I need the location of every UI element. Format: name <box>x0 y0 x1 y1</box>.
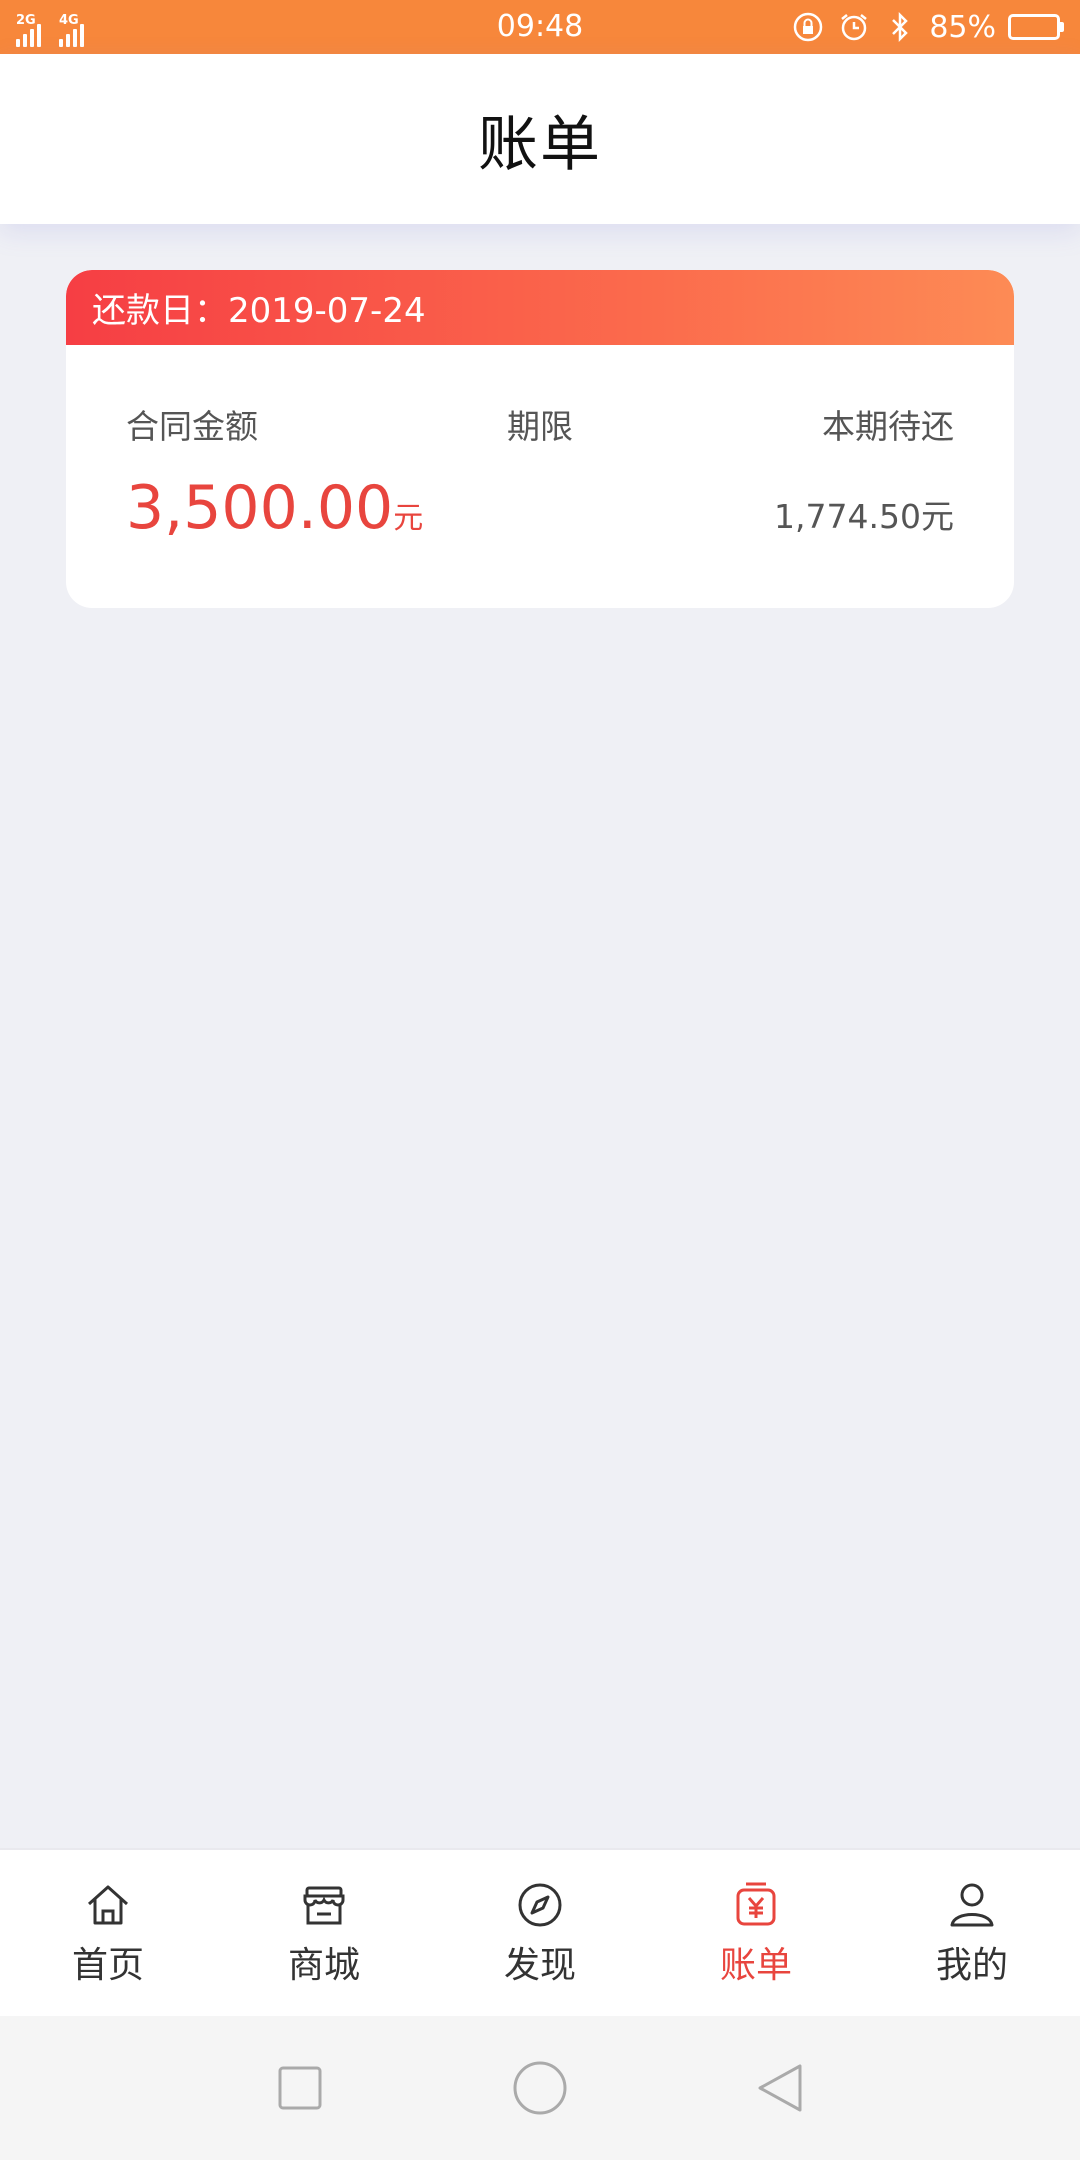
user-icon <box>950 1883 994 1927</box>
bill-column-headers: 合同金额 期限 本期待还 <box>66 400 1014 448</box>
contract-amount-value: 3,500.00 <box>126 473 394 543</box>
system-nav-bar <box>0 2016 1080 2160</box>
bill-card[interactable]: 还款日：2019-07-24 合同金额 期限 本期待还 3,500.00元 1,… <box>66 270 1014 608</box>
bluetooth-icon <box>883 10 917 44</box>
term-label: 期限 <box>507 407 573 446</box>
bottom-tab-bar: 首页 商城 发现 账单 我的 <box>0 1848 1080 2016</box>
home-button[interactable] <box>510 2058 570 2118</box>
tab-discover[interactable]: 发现 <box>432 1878 648 1988</box>
tab-store[interactable]: 商城 <box>216 1878 432 1988</box>
bill-icon <box>736 1882 776 1926</box>
tab-store-label: 商城 <box>287 1945 360 1986</box>
signal-4g-icon: 4G <box>59 13 84 47</box>
rotation-lock-icon <box>791 10 825 44</box>
battery-icon <box>1008 14 1064 40</box>
page-header: 账单 <box>0 54 1080 224</box>
alarm-icon <box>837 10 871 44</box>
signal-group: 2G 4G <box>16 7 84 47</box>
square-icon <box>278 2066 322 2110</box>
page-title: 账单 <box>478 109 602 180</box>
status-icons: 85% <box>791 10 1064 45</box>
signal-2g-icon: 2G <box>16 13 41 47</box>
store-icon <box>303 1886 345 1925</box>
contract-amount-label: 合同金额 <box>126 407 258 446</box>
signal-2g-label: 2G <box>16 13 36 28</box>
back-triangle-icon <box>758 2064 802 2112</box>
tab-me-label: 我的 <box>935 1945 1008 1986</box>
screen: 2G 4G 09:48 85% 账单 还款日：2019-07-24 合同金额 期… <box>0 0 1080 2160</box>
status-bar: 2G 4G 09:48 85% <box>0 0 1080 54</box>
tab-bill-label: 账单 <box>719 1945 792 1986</box>
compass-icon <box>518 1883 562 1927</box>
tab-bill[interactable]: 账单 <box>648 1878 864 1988</box>
battery-percent: 85% <box>929 9 996 45</box>
tab-discover-label: 发现 <box>503 1945 576 1986</box>
recent-apps-button[interactable] <box>270 2058 330 2118</box>
contract-amount-unit: 元 <box>393 501 424 536</box>
back-button[interactable] <box>750 2058 810 2118</box>
tab-home[interactable]: 首页 <box>0 1878 216 1988</box>
due-date-banner: 还款日：2019-07-24 <box>66 270 1014 345</box>
bill-values: 3,500.00元 1,774.50元 <box>66 478 1014 538</box>
circle-icon <box>513 2061 567 2115</box>
tab-me[interactable]: 我的 <box>864 1878 1080 1988</box>
tab-home-label: 首页 <box>71 1945 144 1986</box>
due-date-label: 还款日：2019-07-24 <box>92 291 426 331</box>
current-due-value: 1,774.50元 <box>774 497 954 536</box>
current-due-label: 本期待还 <box>822 407 954 446</box>
home-icon <box>87 1885 129 1925</box>
signal-4g-label: 4G <box>59 13 79 28</box>
contract-amount: 3,500.00元 <box>126 478 423 538</box>
